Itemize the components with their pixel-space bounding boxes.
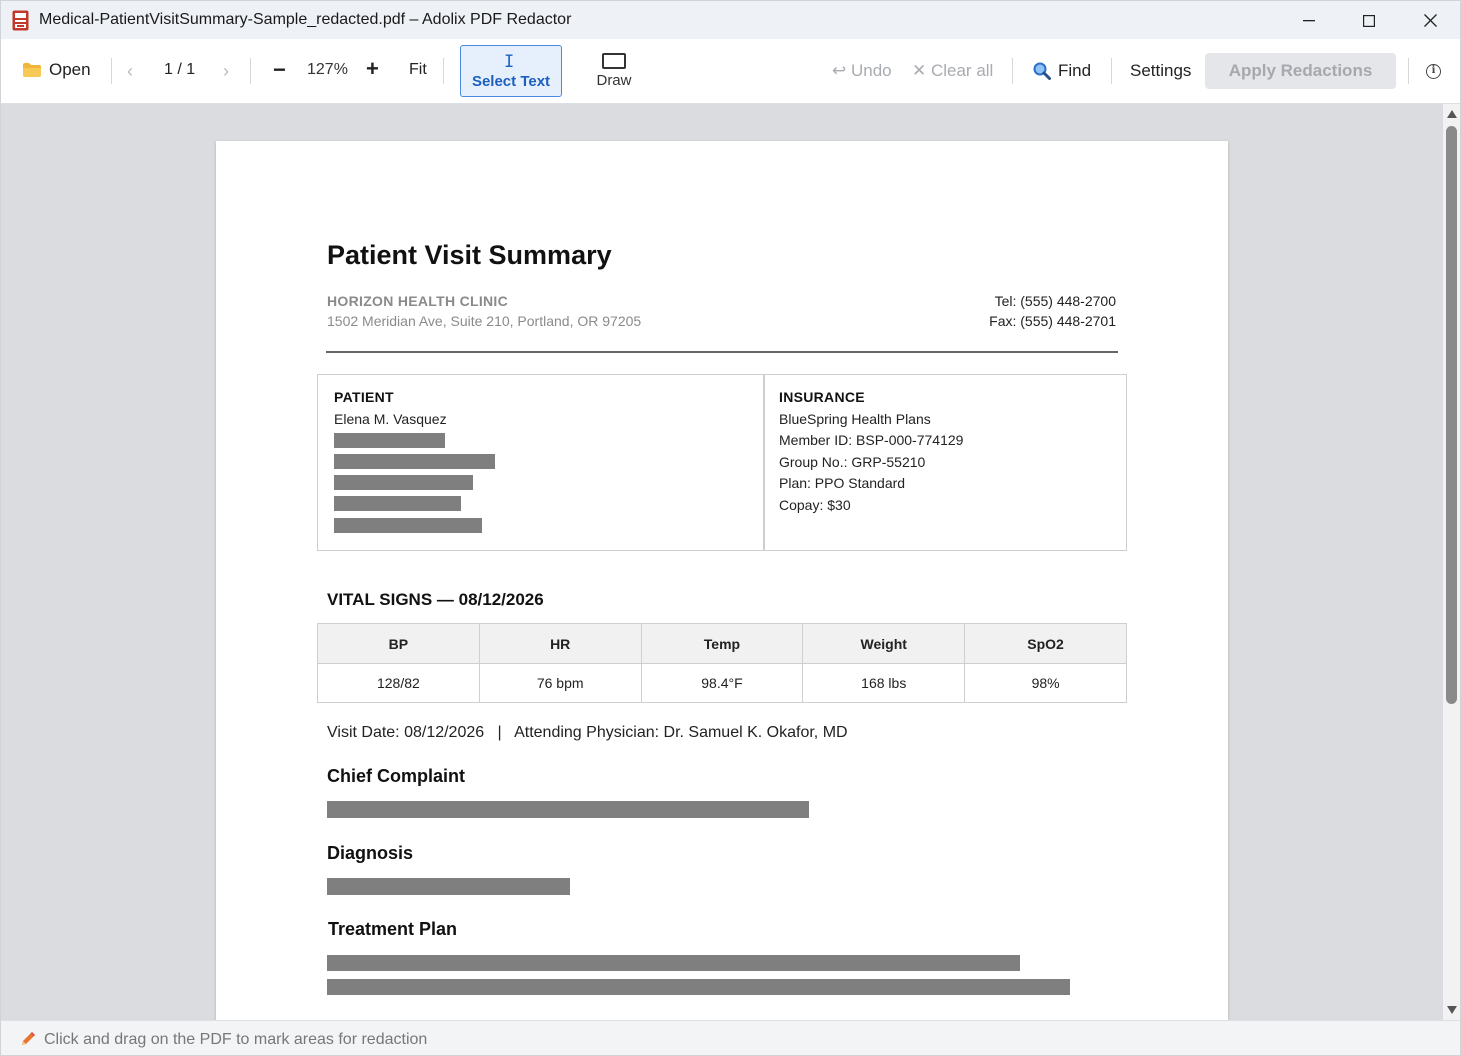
folder-icon — [23, 63, 41, 77]
pdf-viewer[interactable]: Patient Visit Summary HORIZON HEALTH CLI… — [0, 104, 1461, 1020]
clear-all-button[interactable]: ✕ Clear all — [912, 61, 993, 81]
redaction-box[interactable] — [327, 979, 1070, 995]
redaction-box[interactable] — [327, 801, 809, 818]
vitals-value-cell: 98.4°F — [640, 663, 804, 703]
zoom-in-button[interactable]: + — [366, 56, 379, 82]
treatment-plan-heading: Treatment Plan — [328, 919, 458, 939]
insurance-line: BlueSpring Health Plans — [779, 411, 931, 427]
vitals-header-cell: HR — [478, 623, 642, 664]
diagnosis-heading: Diagnosis — [327, 843, 414, 863]
visit-info-line: Visit Date: 08/12/2026 | Attending Physi… — [327, 724, 848, 741]
vitals-header-cell: SpO2 — [964, 623, 1127, 664]
clinic-phone: Tel: (555) 448-2700 — [994, 293, 1116, 309]
vitals-header-cell: Weight — [802, 623, 966, 664]
apply-redactions-button[interactable]: Apply Redactions — [1205, 53, 1396, 89]
minimize-icon — [1303, 19, 1315, 21]
vitals-value-cell: 98% — [964, 663, 1127, 703]
document-title: Patient Visit Summary — [327, 240, 612, 270]
undo-button[interactable]: ↩ Undo — [832, 61, 892, 81]
toolbar: Open ‹ 1 / 1 › − 127% + Fit I Select Tex… — [0, 39, 1461, 104]
open-button[interactable]: Open — [23, 60, 91, 80]
redaction-box[interactable] — [327, 878, 570, 895]
info-icon[interactable]: i — [1426, 64, 1441, 79]
status-bar: Click and drag on the PDF to mark areas … — [0, 1020, 1461, 1056]
vitals-header-cell: BP — [317, 623, 480, 664]
zoom-level: 127% — [307, 61, 348, 78]
settings-button[interactable]: Settings — [1130, 61, 1191, 81]
redaction-box[interactable] — [334, 475, 473, 490]
scrollbar-thumb[interactable] — [1446, 126, 1457, 704]
redaction-box[interactable] — [334, 433, 445, 448]
clinic-fax: Fax: (555) 448-2701 — [989, 313, 1116, 329]
next-page-button[interactable]: › — [223, 61, 229, 82]
insurance-line: Member ID: BSP-000-774129 — [779, 432, 964, 448]
page-indicator: 1 / 1 — [164, 61, 196, 78]
toolbar-divider — [443, 58, 444, 84]
find-label: Find — [1058, 61, 1092, 80]
select-text-label: Select Text — [471, 73, 551, 90]
vitals-value-row: 128/82 76 bpm 98.4°F 168 lbs 98% — [317, 663, 1127, 703]
redaction-box[interactable] — [334, 454, 495, 469]
scroll-down-arrow-icon[interactable] — [1447, 1006, 1457, 1014]
close-button[interactable] — [1400, 1, 1460, 40]
open-label: Open — [49, 60, 91, 79]
vitals-title: VITAL SIGNS — 08/12/2026 — [327, 590, 544, 609]
scroll-up-arrow-icon[interactable] — [1447, 110, 1457, 118]
vitals-value-cell: 168 lbs — [802, 663, 966, 703]
find-button[interactable]: Find — [1033, 61, 1091, 81]
vitals-value-cell: 128/82 — [317, 663, 480, 703]
patient-name: Elena M. Vasquez — [334, 411, 447, 427]
header-divider — [326, 351, 1118, 353]
redaction-box[interactable] — [327, 955, 1020, 971]
insurance-line: Group No.: GRP-55210 — [779, 454, 926, 470]
insurance-heading: INSURANCE — [779, 389, 865, 405]
status-text: Click and drag on the PDF to mark areas … — [44, 1031, 428, 1048]
draw-tool-button[interactable]: Draw — [586, 45, 642, 97]
close-icon — [1423, 14, 1437, 27]
fit-button[interactable]: Fit — [409, 61, 427, 79]
toolbar-divider — [111, 58, 112, 84]
vitals-table: BP HR Temp Weight SpO2 128/82 76 bpm 98.… — [317, 623, 1127, 703]
select-text-tool-button[interactable]: I Select Text — [460, 45, 562, 97]
redaction-box[interactable] — [334, 496, 461, 511]
clinic-name: HORIZON HEALTH CLINIC — [327, 293, 509, 309]
search-icon — [1033, 62, 1051, 80]
chief-complaint-heading: Chief Complaint — [327, 766, 465, 786]
clinic-address: 1502 Meridian Ave, Suite 210, Portland, … — [327, 313, 642, 329]
vitals-value-cell: 76 bpm — [478, 663, 642, 703]
toolbar-divider — [1111, 58, 1112, 84]
box-divider — [763, 375, 765, 550]
zoom-out-button[interactable]: − — [273, 57, 286, 83]
pdf-app-icon — [12, 10, 29, 31]
toolbar-divider — [1408, 58, 1409, 84]
insurance-line: Plan: PPO Standard — [779, 475, 906, 491]
minimize-button[interactable] — [1279, 1, 1339, 40]
text-cursor-icon: I — [504, 52, 515, 72]
maximize-icon — [1363, 14, 1375, 27]
redaction-box[interactable] — [334, 518, 482, 533]
rectangle-icon — [602, 53, 626, 69]
patient-heading: PATIENT — [334, 389, 394, 405]
insurance-line: Copay: $30 — [779, 497, 851, 513]
maximize-button[interactable] — [1339, 1, 1399, 40]
patient-insurance-box: PATIENT Elena M. Vasquez INSURANCE BlueS… — [317, 374, 1127, 551]
draw-label: Draw — [596, 72, 632, 89]
pdf-page[interactable]: Patient Visit Summary HORIZON HEALTH CLI… — [216, 141, 1228, 1020]
pencil-icon — [22, 1032, 35, 1045]
title-bar: Medical-PatientVisitSummary-Sample_redac… — [0, 0, 1461, 39]
vertical-scrollbar[interactable] — [1443, 104, 1460, 1020]
vitals-header-cell: Temp — [640, 623, 804, 664]
previous-page-button[interactable]: ‹ — [127, 61, 133, 82]
window-title: Medical-PatientVisitSummary-Sample_redac… — [39, 11, 572, 28]
toolbar-divider — [1012, 58, 1013, 84]
vitals-header-row: BP HR Temp Weight SpO2 — [317, 623, 1127, 664]
toolbar-divider — [250, 58, 251, 84]
